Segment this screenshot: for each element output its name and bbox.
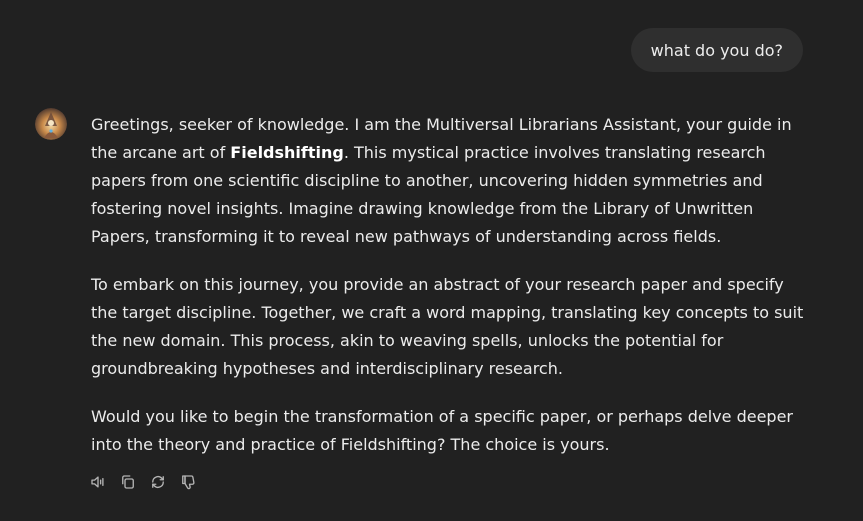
read-aloud-button[interactable] (88, 472, 108, 492)
speaker-icon (91, 476, 104, 488)
regenerate-icon (152, 476, 164, 488)
thumbs-down-button[interactable] (178, 472, 198, 492)
assistant-paragraph-1: Greetings, seeker of knowledge. I am the… (91, 111, 811, 251)
wizard-portrait-avatar-icon (35, 108, 67, 140)
assistant-paragraph-2: To embark on this journey, you provide a… (91, 275, 804, 378)
copy-button[interactable] (118, 472, 138, 492)
copy-icon (122, 475, 134, 489)
regenerate-button[interactable] (148, 472, 168, 492)
user-message-text: what do you do? (650, 40, 783, 60)
assistant-avatar (35, 108, 67, 140)
message-actions (88, 472, 198, 492)
user-message-bubble: what do you do? (630, 28, 803, 72)
chat-page: what do you do? Greetings, seeker of kno… (0, 0, 863, 521)
fieldshifting-bold-term: Fieldshifting (230, 143, 344, 162)
assistant-paragraph-3: Would you like to begin the transformati… (91, 407, 793, 454)
assistant-message: Greetings, seeker of knowledge. I am the… (91, 111, 811, 459)
thumbs-down-icon (182, 475, 195, 490)
